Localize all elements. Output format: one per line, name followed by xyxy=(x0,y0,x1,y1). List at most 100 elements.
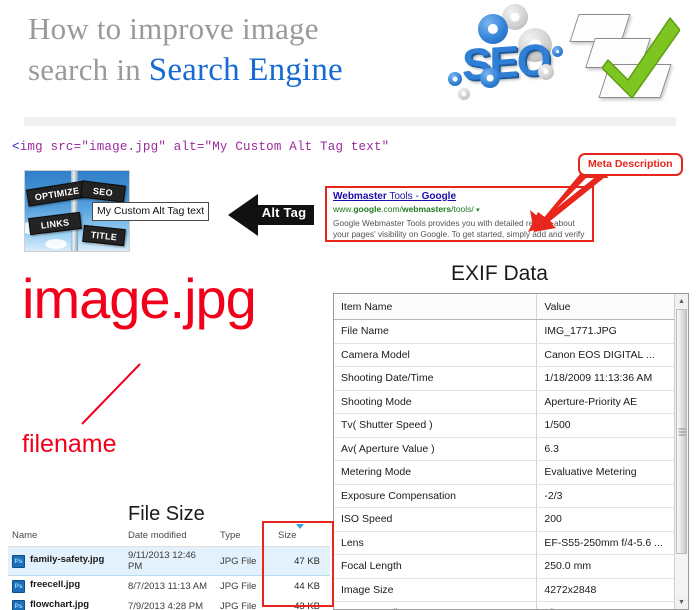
photoshop-file-icon: Ps xyxy=(12,555,25,568)
serp-url-bold-1: google xyxy=(353,204,382,214)
table-row[interactable]: Av( Aperture Value ) 6.3 xyxy=(334,437,688,461)
header-divider xyxy=(24,117,676,126)
exif-cell-value: Fine xyxy=(536,601,688,609)
exif-cell-value: -2/3 xyxy=(536,484,688,508)
list-item[interactable]: Ps family-safety.jpg 9/11/2013 12:46 PM J… xyxy=(8,546,330,576)
file-col-type[interactable]: Type xyxy=(216,528,274,547)
file-date-cell: 8/7/2013 11:13 AM xyxy=(128,580,208,592)
exif-cell-value: 6.3 xyxy=(536,437,688,461)
file-name-cell: Ps family-safety.jpg xyxy=(8,546,124,576)
file-list-header-row: Name Date modified Type Size xyxy=(8,524,330,547)
exif-cell-value: 4272x2848 xyxy=(536,578,688,602)
serp-url-part-3: /tools/ xyxy=(451,204,474,214)
table-row[interactable]: Lens EF-S55-250mm f/4-5.6 ... xyxy=(334,531,688,555)
exif-cell-name: Metering Mode xyxy=(334,460,538,485)
file-type-cell: JPG File xyxy=(216,546,274,576)
file-col-date-modified[interactable]: Date modified xyxy=(124,528,216,547)
sign-title: TITLE xyxy=(82,224,126,247)
table-row[interactable]: Tv( Shutter Speed ) 1/500 xyxy=(334,413,688,438)
file-name-cell: Ps flowchart.jpg xyxy=(8,596,124,610)
serp-title-bold-1: Webmaster xyxy=(333,191,387,202)
table-row[interactable]: Shooting Date/Time 1/18/2009 11:13:36 AM xyxy=(334,366,688,391)
table-row[interactable]: Shooting Mode Aperture-Priority AE xyxy=(334,390,688,414)
exif-col-value[interactable]: Value xyxy=(536,294,688,320)
file-col-size-label: Size xyxy=(278,530,297,541)
file-date-cell: 9/11/2013 12:46 PM xyxy=(124,546,216,576)
exif-cell-value: 200 xyxy=(536,507,688,532)
page-title-accent: Search Engine xyxy=(148,52,343,88)
alt-tag-arrow: Alt Tag xyxy=(228,192,314,238)
page-title-line1: How to improve image xyxy=(28,11,319,46)
page-title-prefix: search in xyxy=(28,52,149,87)
exif-cell-value: Aperture-Priority AE xyxy=(536,390,688,414)
file-col-size[interactable]: Size xyxy=(274,524,330,547)
alt-tag-label: Alt Tag xyxy=(261,205,307,220)
sign-optimize: OPTIMIZE xyxy=(26,180,88,207)
scrollbar-grip-icon xyxy=(678,428,685,435)
exif-cell-value: 1/500 xyxy=(536,413,688,438)
header: How to improve image search in Search En… xyxy=(0,0,700,126)
file-list-table: Name Date modified Type Size Ps family-sa… xyxy=(8,524,330,610)
scroll-up-icon[interactable]: ▲ xyxy=(675,294,688,308)
code-open-bracket: < xyxy=(12,140,20,154)
infographic-page: How to improve image search in Search En… xyxy=(0,0,700,610)
alt-text-tooltip: My Custom Alt Tag text xyxy=(92,202,210,221)
serp-url-part-2: .com/ xyxy=(381,204,402,214)
seo-logo-text: SEO xyxy=(462,34,549,91)
serp-title-bold-2: Google xyxy=(421,191,457,202)
cloud-shape xyxy=(45,239,67,249)
meta-description-callout: Meta Description xyxy=(578,153,683,176)
table-row[interactable]: Metering Mode Evaluative Metering xyxy=(334,460,688,485)
serp-url-part-1: www. xyxy=(333,204,354,214)
table-row[interactable]: File Name IMG_1771.JPG xyxy=(334,319,688,344)
exif-cell-value: 1/18/2009 11:13:36 AM xyxy=(536,366,688,391)
exif-col-item-name[interactable]: Item Name xyxy=(334,294,538,320)
filename-headline: image.jpg xyxy=(22,267,257,330)
exif-cell-name: Tv( Shutter Speed ) xyxy=(334,413,538,438)
table-row[interactable]: Image QualityFine xyxy=(334,601,688,609)
exif-cell-value: IMG_1771.JPG xyxy=(536,319,688,344)
exif-section-title: EXIF Data xyxy=(451,262,548,285)
sort-ascending-icon xyxy=(296,524,304,529)
file-name-text: family-safety.jpg xyxy=(30,554,105,565)
header-artwork: SEO xyxy=(440,2,690,106)
table-row[interactable]: ISO Speed 200 xyxy=(334,507,688,532)
exif-cell-name: Image Quality xyxy=(334,601,538,609)
exif-cell-value: Canon EOS DIGITAL ... xyxy=(536,343,688,367)
filename-pointer-line xyxy=(78,360,148,428)
file-type-cell: JPG File xyxy=(220,580,257,592)
file-name-text: freecell.jpg xyxy=(30,579,81,590)
table-row[interactable]: Image Size 4272x2848 xyxy=(334,578,688,602)
gear-icon xyxy=(538,64,554,80)
scroll-down-icon[interactable]: ▼ xyxy=(675,595,688,609)
page-title-line2: search in Search Engine xyxy=(28,49,458,91)
exif-cell-name: Exposure Compensation xyxy=(334,484,538,508)
gear-icon xyxy=(480,68,500,88)
exif-cell-name: Camera Model xyxy=(334,343,538,367)
sign-seo: SEO xyxy=(80,180,126,203)
exif-cell-name: Av( Aperture Value ) xyxy=(334,437,538,461)
list-item[interactable]: Ps freecell.jpg 8/7/2013 11:13 AM JPG Fil… xyxy=(8,576,330,597)
img-tag-code: <img src="image.jpg" alt="My Custom Alt … xyxy=(12,140,389,154)
list-item[interactable]: Ps flowchart.jpg 7/9/2013 4:28 PM JPG Fil… xyxy=(8,596,330,610)
file-size-cell: 44 KB xyxy=(294,580,320,592)
exif-header-row: Item Name Value xyxy=(334,294,688,320)
checklist-artwork xyxy=(568,8,686,104)
table-row[interactable]: Exposure Compensation -2/3 xyxy=(334,484,688,508)
green-checkmark-icon xyxy=(602,14,680,100)
table-row[interactable]: Camera Model Canon EOS DIGITAL ... xyxy=(334,343,688,367)
page-title: How to improve image search in Search En… xyxy=(28,8,458,91)
exif-scrollbar[interactable]: ▲ ▼ xyxy=(674,294,688,609)
exif-cell-name: ISO Speed xyxy=(334,507,538,532)
exif-cell-name: Image Size xyxy=(334,578,538,602)
chevron-down-icon[interactable]: ▾ xyxy=(476,207,480,214)
file-name-text: flowchart.jpg xyxy=(30,599,90,610)
file-name-cell: Ps freecell.jpg xyxy=(8,576,124,597)
table-row[interactable]: Focal Length 250.0 mm xyxy=(334,554,688,579)
exif-cell-name: File Name xyxy=(334,319,538,344)
file-col-name[interactable]: Name xyxy=(8,528,124,547)
photoshop-file-icon: Ps xyxy=(12,600,25,610)
scrollbar-thumb[interactable] xyxy=(676,309,687,554)
gear-icon xyxy=(552,46,563,57)
filename-label: filename xyxy=(22,430,117,458)
